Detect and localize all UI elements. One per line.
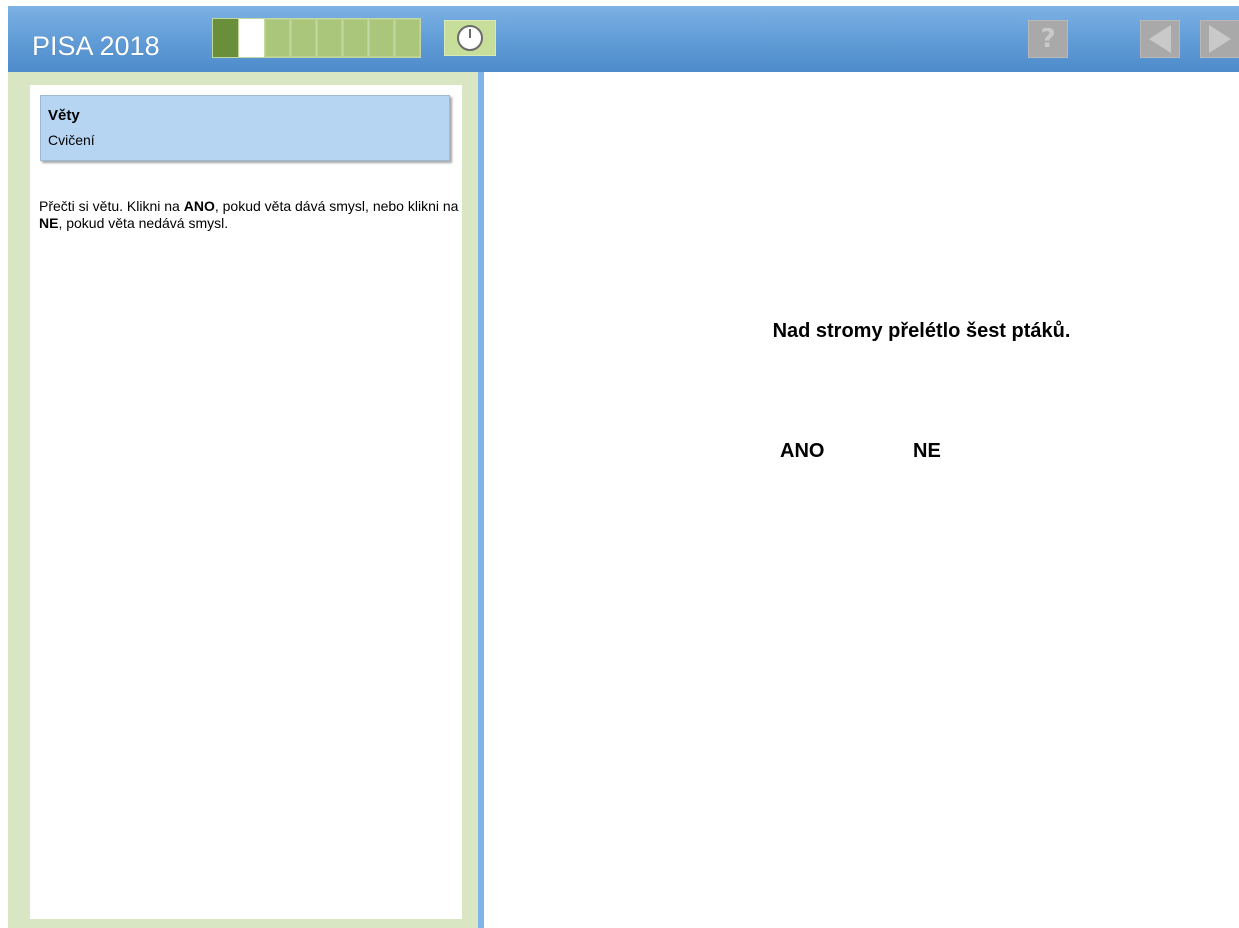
timer-button[interactable] <box>444 20 496 56</box>
header-bar: PISA 2018 ? <box>8 6 1239 72</box>
instructions-part: , pokud věta nedává smysl. <box>58 215 229 231</box>
help-button[interactable]: ? <box>1028 20 1068 58</box>
arrow-right-icon <box>1209 25 1231 53</box>
instructions-part: , pokud věta dává smysl, nebo klikni na <box>214 198 459 214</box>
next-button[interactable] <box>1200 20 1239 58</box>
progress-segment <box>369 19 394 57</box>
progress-segment <box>317 19 342 57</box>
previous-button[interactable] <box>1140 20 1180 58</box>
unit-title: Věty <box>48 107 80 124</box>
instructions-bold-yes: ANO <box>183 198 215 214</box>
answer-no-button[interactable]: NE <box>913 440 941 463</box>
unit-subtitle: Cvičení <box>48 132 95 148</box>
question-pane: Nad stromy přelétlo šest ptáků. ANO NE <box>484 72 1239 928</box>
progress-segment <box>239 19 264 57</box>
instructions-bold-no: NE <box>39 215 59 231</box>
app-title: PISA 2018 <box>32 31 160 61</box>
progress-bar <box>212 18 421 58</box>
progress-segment <box>291 19 316 57</box>
help-icon: ? <box>1040 24 1056 54</box>
instructions-panel: Věty Cvičení Přečti si větu. Klikni na A… <box>30 85 462 919</box>
progress-segment <box>213 19 238 57</box>
instructions-part: Přečti si větu. Klikni na <box>39 198 184 214</box>
unit-card: Věty Cvičení <box>40 95 450 161</box>
progress-segment <box>343 19 368 57</box>
instructions-text: Přečti si větu. Klikni na ANO, pokud vět… <box>39 198 459 232</box>
answer-yes-button[interactable]: ANO <box>780 440 824 463</box>
progress-segment <box>265 19 290 57</box>
progress-segment <box>395 19 420 57</box>
arrow-left-icon <box>1149 25 1171 53</box>
clock-icon <box>457 25 483 51</box>
pisa-test-window: PISA 2018 ? Věty Cvičení Přečti si větu.… <box>0 0 1239 928</box>
question-sentence: Nad stromy přelétlo šest ptáků. <box>772 320 1071 342</box>
instructions-pane: Věty Cvičení Přečti si větu. Klikni na A… <box>8 72 478 928</box>
